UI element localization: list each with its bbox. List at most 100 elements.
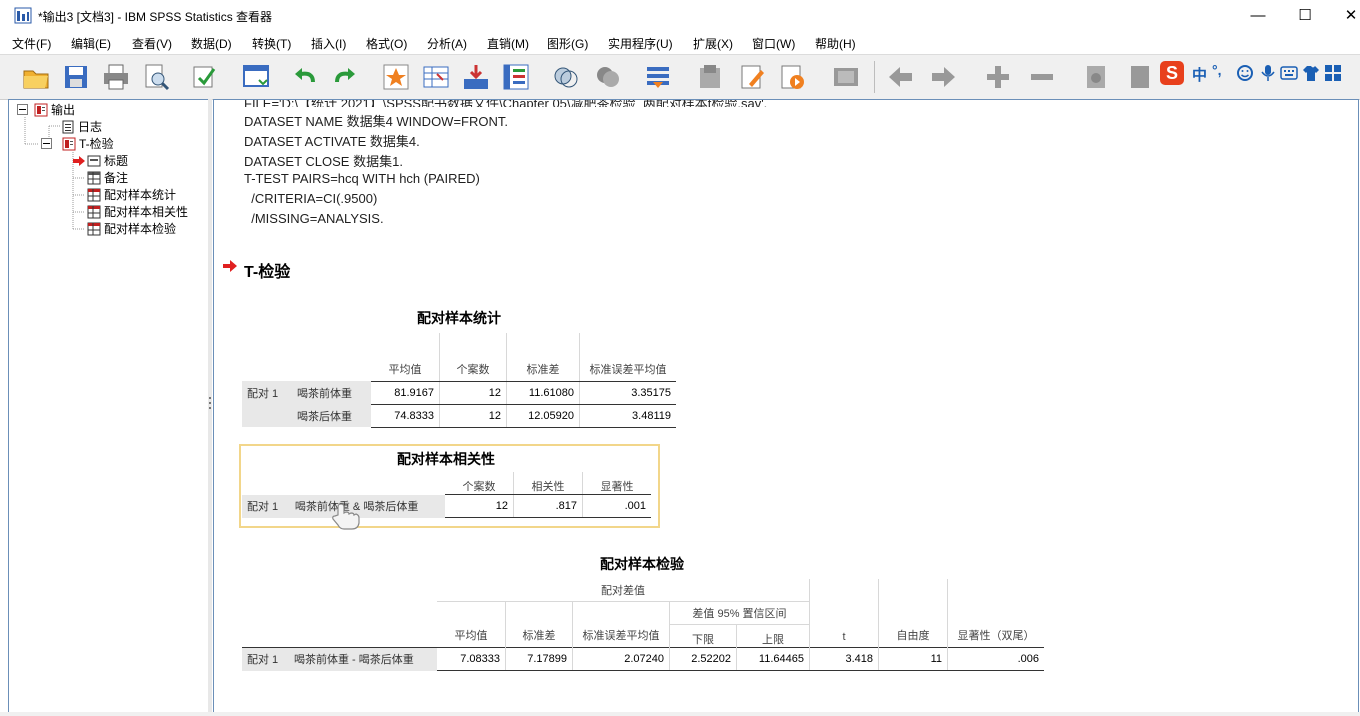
close-button[interactable]: ✕	[1336, 6, 1360, 26]
goto-variable-icon[interactable]	[460, 61, 492, 93]
show-icon[interactable]	[1080, 61, 1112, 93]
tree-node-title[interactable]: 标题	[73, 152, 128, 169]
paired-corr-table[interactable]: 个案数 相关性 显著性 配对 1 喝茶前体重 & 喝茶后体重 12 .817 .…	[242, 472, 651, 518]
section-heading[interactable]: T-检验	[244, 258, 290, 282]
use-sets-icon[interactable]	[550, 61, 582, 93]
menu-utilities[interactable]: 实用程序(U)	[608, 35, 673, 52]
promote-icon[interactable]	[694, 61, 726, 93]
print-preview-icon[interactable]	[140, 61, 172, 93]
menu-format[interactable]: 格式(O)	[366, 35, 407, 52]
maximize-pane-icon[interactable]	[830, 61, 862, 93]
menu-edit[interactable]: 编辑(E)	[71, 35, 111, 52]
row-label: 喝茶前体重 - 喝茶后体重	[288, 647, 437, 671]
tree-node-output[interactable]: 输出	[17, 101, 75, 118]
export-icon[interactable]	[188, 61, 220, 93]
variables-icon[interactable]	[500, 61, 532, 93]
undo-icon[interactable]	[288, 61, 320, 93]
redo-icon[interactable]	[330, 61, 362, 93]
current-item-arrow-icon	[73, 155, 85, 166]
ime-punctuation[interactable]: °,	[1212, 62, 1222, 78]
title-bar: *输出3 [文档3] - IBM SPSS Statistics 查看器 — ☐…	[0, 0, 1360, 32]
tree-node-paired-test[interactable]: 配对样本检验	[87, 220, 176, 237]
paired-test-table[interactable]: 配对差值 t 自由度 显著性（双尾） 平均值 标准差 标准误差平均值 差值 95…	[242, 579, 1044, 671]
col-group-header: 配对差值	[601, 585, 645, 597]
tree-node-notes[interactable]: 备注	[87, 169, 128, 186]
tree-node-ttest[interactable]: T-检验	[41, 135, 114, 152]
minimize-button[interactable]: —	[1243, 6, 1273, 26]
save-icon[interactable]	[60, 61, 92, 93]
menu-window[interactable]: 窗口(W)	[752, 35, 795, 52]
collapse-icon[interactable]	[1026, 61, 1058, 93]
tree-node-paired-stats[interactable]: 配对样本统计	[87, 186, 176, 203]
syntax-partial-line: FILE='D:\【统计 2021】\SPSS配书数据文件\Chapter 05…	[244, 99, 768, 107]
outline-pane[interactable]: 输出 日志 T-检验 标题 备注 配对样本统计 配对样本相关性 配对样本检验	[8, 99, 209, 714]
splitter-grip-icon[interactable]	[209, 397, 212, 409]
menu-analyze[interactable]: 分析(A)	[427, 35, 467, 52]
print-icon[interactable]	[100, 61, 132, 93]
col-header: 平均值	[371, 333, 440, 382]
table-row: 喝茶后体重 74.8333 12 12.05920 3.48119	[242, 404, 676, 428]
log-icon	[62, 120, 74, 133]
emoji-icon[interactable]	[1236, 64, 1254, 82]
col-header: 个案数	[439, 333, 507, 382]
col-header: 平均值	[437, 601, 506, 648]
current-item-arrow-icon	[223, 260, 237, 272]
cell: 11	[878, 647, 948, 671]
content-pane[interactable]: FILE='D:\【统计 2021】\SPSS配书数据文件\Chapter 05…	[213, 99, 1359, 714]
goto-case-icon[interactable]	[420, 61, 452, 93]
row-label: 喝茶前体重	[292, 381, 371, 404]
goto-data-icon[interactable]	[380, 61, 412, 93]
toolbar-separator	[874, 61, 875, 93]
notes-table-icon	[87, 171, 101, 184]
keyboard-icon[interactable]	[1280, 66, 1298, 80]
col-header: 下限	[669, 624, 737, 648]
recall-dialog-icon[interactable]	[240, 61, 272, 93]
tree-node-log[interactable]: 日志	[61, 118, 102, 135]
cell: .001	[582, 494, 651, 518]
back-icon[interactable]	[884, 61, 916, 93]
syntax-line: T-TEST PAIRS=hcq WITH hch (PAIRED)	[244, 171, 480, 186]
paired-stats-table[interactable]: 平均值 个案数 标准差 标准误差平均值 配对 1 喝茶前体重 81.9167 1…	[242, 333, 676, 428]
col-header: 相关性	[513, 472, 583, 495]
menu-direct-marketing[interactable]: 直销(M)	[487, 35, 529, 52]
row-label: 喝茶前体重 & 喝茶后体重	[289, 494, 445, 518]
col-header: 个案数	[445, 472, 514, 495]
tree-label-title: 标题	[104, 154, 129, 168]
cell: 2.52202	[669, 647, 737, 671]
forward-icon[interactable]	[928, 61, 960, 93]
menu-transform[interactable]: 转换(T)	[252, 35, 291, 52]
syntax-line: DATASET NAME 数据集4 WINDOW=FRONT.	[244, 114, 508, 129]
cell: 12	[439, 381, 507, 405]
ime-grid-icon[interactable]	[1324, 64, 1342, 82]
expand-icon[interactable]	[982, 61, 1014, 93]
run-script-icon[interactable]	[776, 61, 808, 93]
sogou-logo-icon[interactable]: S	[1160, 61, 1184, 85]
show-all-variables-icon[interactable]	[592, 61, 624, 93]
cell: 2.07240	[572, 647, 670, 671]
menu-help[interactable]: 帮助(H)	[815, 35, 856, 52]
menu-extensions[interactable]: 扩展(X)	[693, 35, 733, 52]
menu-graphs[interactable]: 图形(G)	[547, 35, 588, 52]
hide-icon[interactable]	[1124, 61, 1156, 93]
menu-data[interactable]: 数据(D)	[191, 35, 232, 52]
row-label: 配对 1	[242, 647, 289, 671]
cell: 11.61080	[506, 381, 580, 405]
tree-node-paired-corr[interactable]: 配对样本相关性	[87, 203, 188, 220]
designate-window-icon[interactable]	[642, 61, 674, 93]
menu-file[interactable]: 文件(F)	[12, 35, 51, 52]
col-header: 上限	[736, 624, 810, 648]
menu-view[interactable]: 查看(V)	[132, 35, 172, 52]
microphone-icon[interactable]	[1260, 64, 1276, 82]
cell: 81.9167	[371, 381, 440, 405]
maximize-button[interactable]: ☐	[1290, 6, 1320, 26]
collapse-toggle-icon[interactable]	[17, 104, 28, 115]
menu-insert[interactable]: 插入(I)	[311, 35, 346, 52]
col-header: t	[809, 579, 879, 648]
pivot-table-icon	[87, 222, 101, 235]
collapse-toggle-icon[interactable]	[41, 138, 52, 149]
ime-toolbar: S 中 °,	[1160, 61, 1360, 87]
ime-chinese-mode[interactable]: 中	[1192, 64, 1207, 85]
skin-icon[interactable]	[1302, 64, 1320, 82]
edit-icon[interactable]	[736, 61, 768, 93]
open-folder-icon[interactable]	[20, 61, 52, 93]
